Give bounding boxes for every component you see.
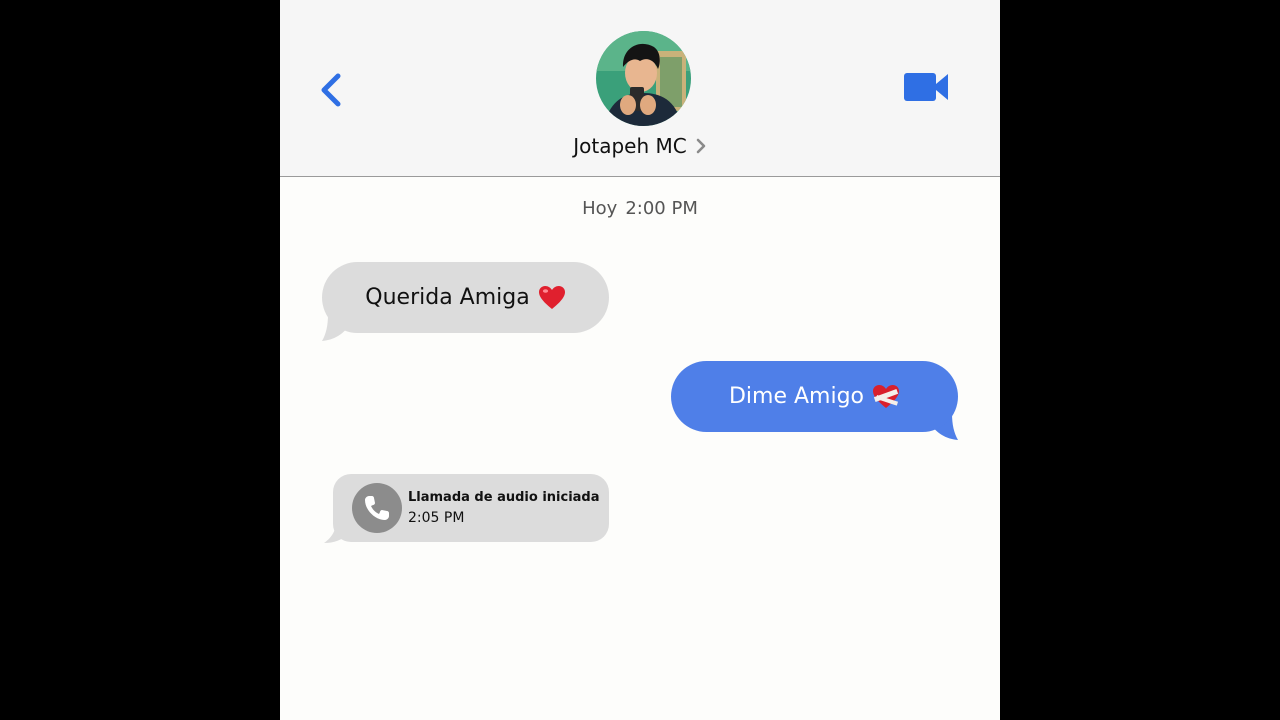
call-time: 2:05 PM <box>408 510 465 526</box>
contact-name-button[interactable]: Jotapeh MC <box>280 134 1000 158</box>
timestamp-day: Hoy <box>582 198 618 219</box>
contact-name: Jotapeh MC <box>573 134 687 158</box>
incoming-message[interactable]: Querida Amiga <box>322 262 609 333</box>
chevron-left-icon[interactable] <box>316 70 350 110</box>
video-camera-icon[interactable] <box>902 68 950 106</box>
chat-header: Jotapeh MC <box>280 0 1000 177</box>
mending-heart-icon <box>873 384 900 408</box>
message-text: Querida Amiga <box>365 285 530 310</box>
conversation-timestamp: Hoy 2:00 PM <box>280 198 1000 219</box>
chevron-right-icon <box>696 138 706 154</box>
call-title: Llamada de audio iniciada <box>408 490 600 505</box>
phone-icon[interactable] <box>352 483 402 533</box>
red-heart-icon <box>538 285 565 309</box>
outgoing-message[interactable]: Dime Amigo <box>671 361 958 432</box>
audio-call-message[interactable]: Llamada de audio iniciada 2:05 PM <box>333 474 609 542</box>
avatar[interactable] <box>596 31 691 126</box>
message-text: Dime Amigo <box>728 384 865 409</box>
timestamp-time: 2:00 PM <box>625 198 698 219</box>
chat-screen: Jotapeh MC Hoy 2:00 PM Querida Amiga Dime… <box>280 0 1000 720</box>
